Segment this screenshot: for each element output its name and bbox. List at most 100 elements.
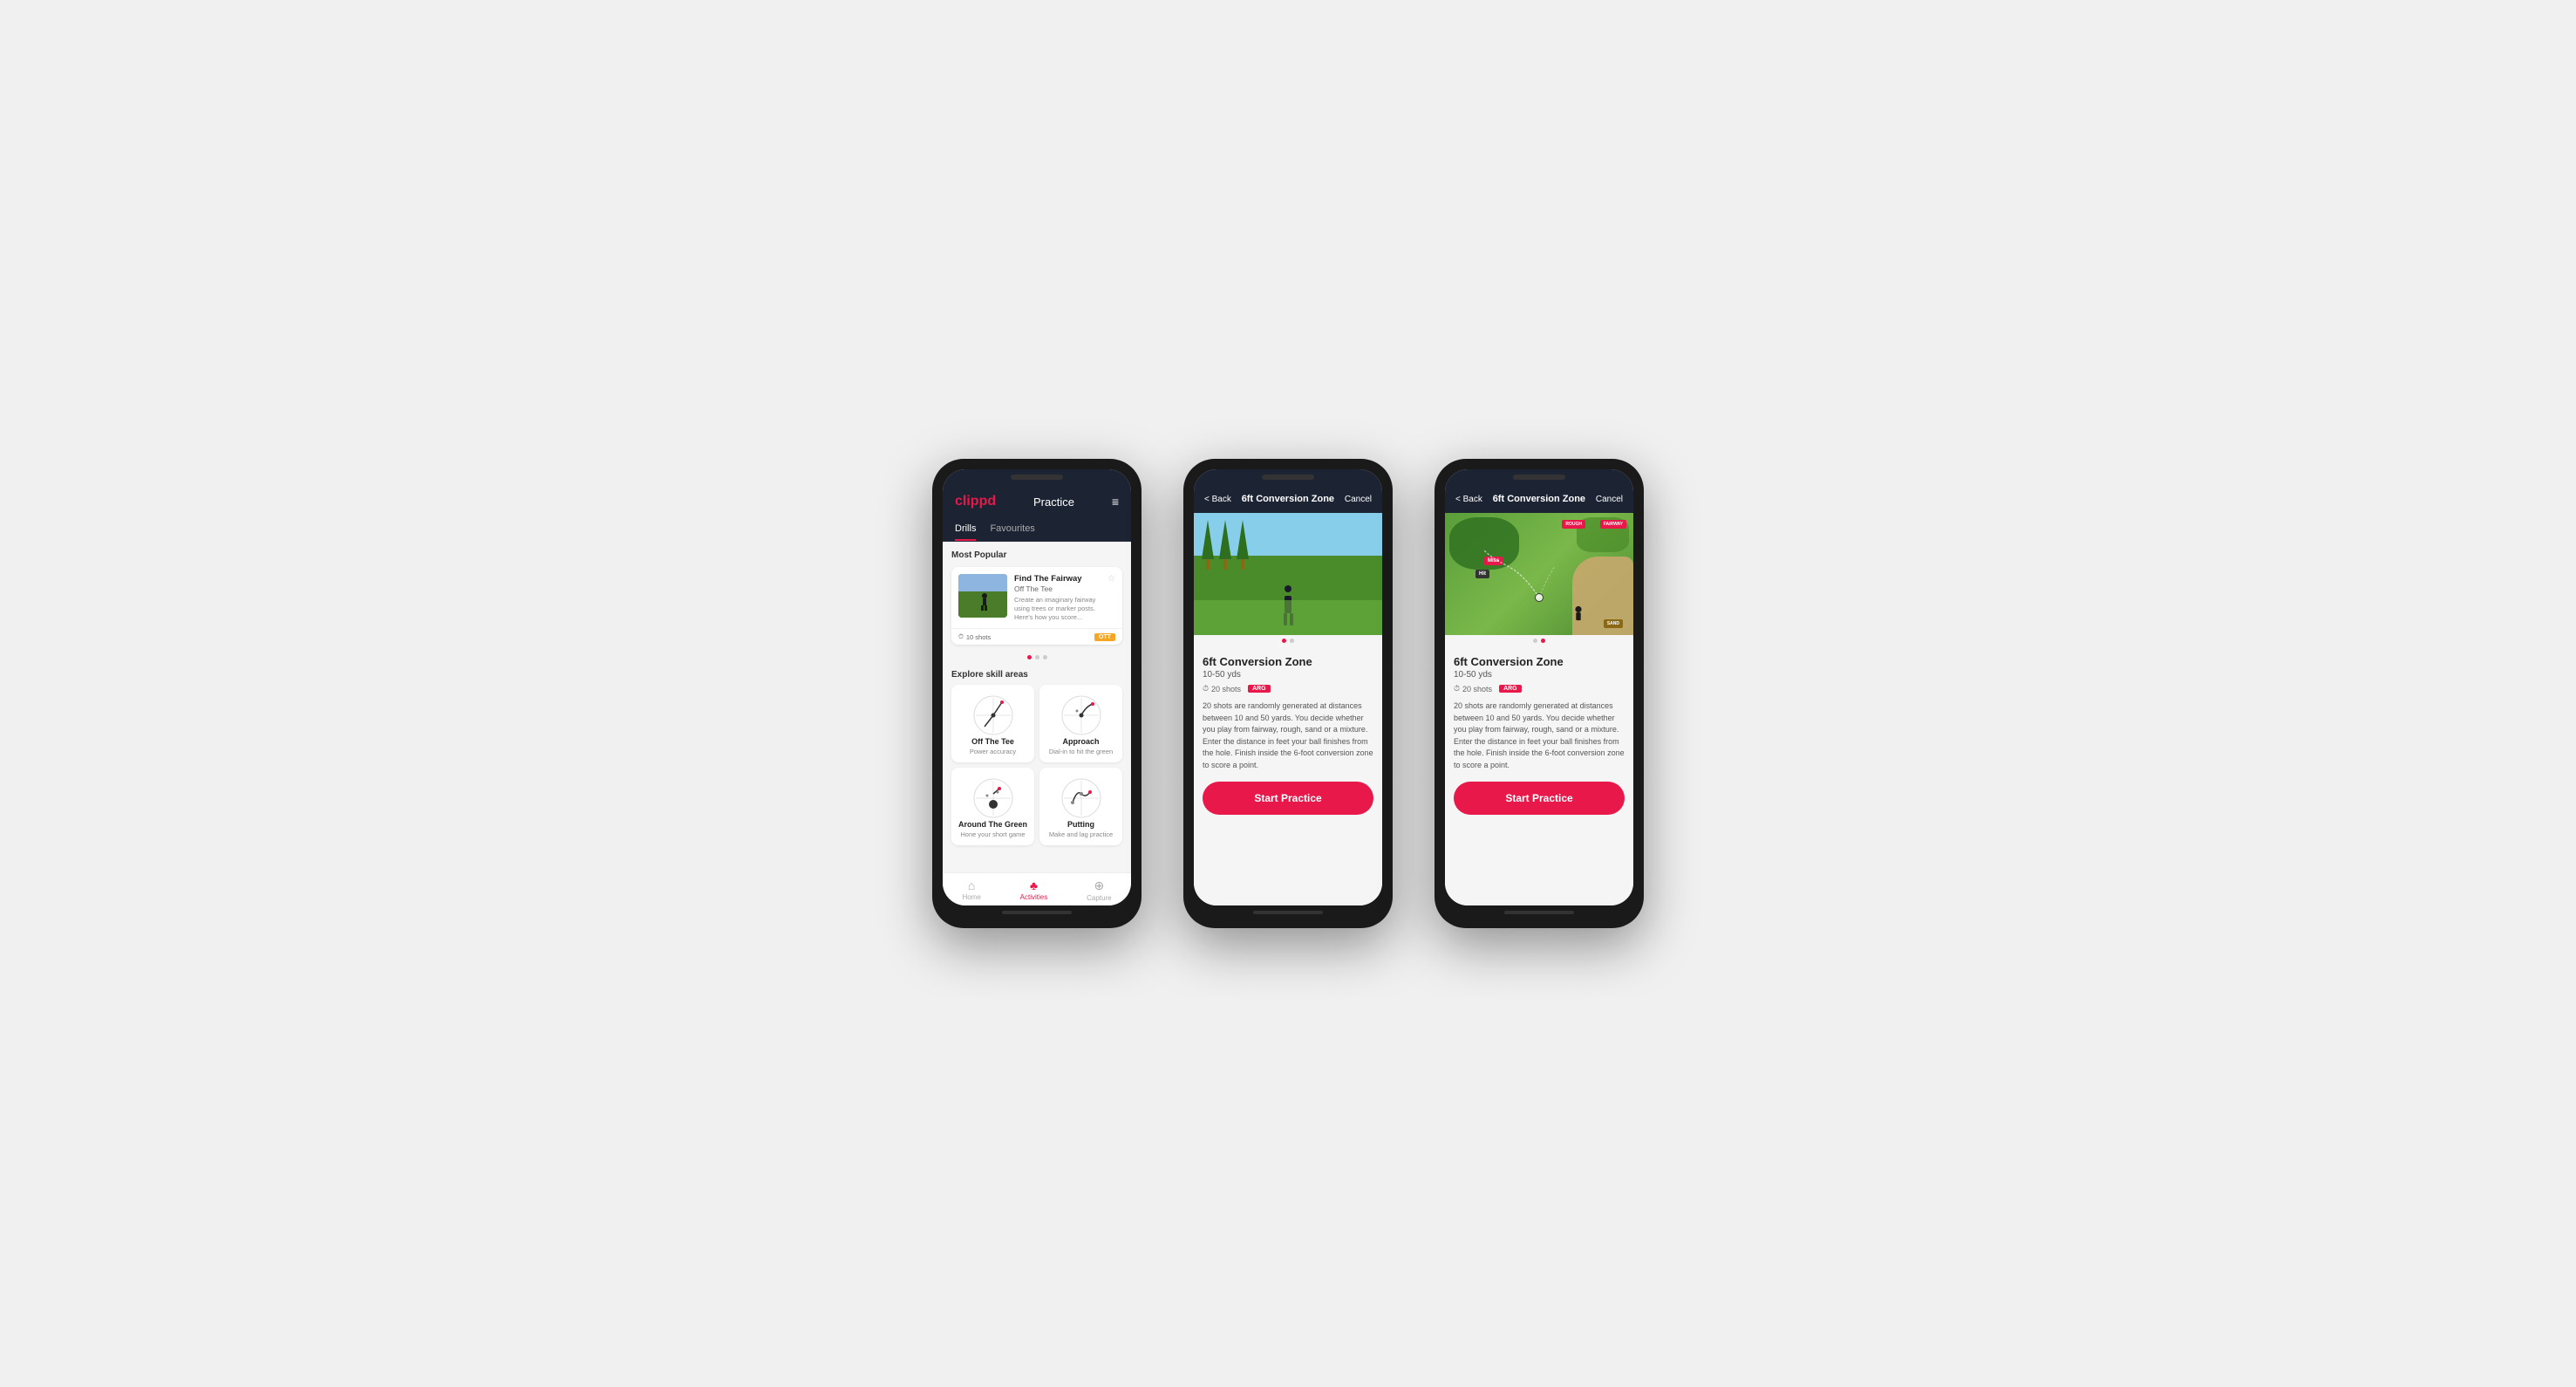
skill-card-putting[interactable]: Putting Make and lag practice bbox=[1039, 768, 1122, 845]
detail-range-3: 10-50 yds bbox=[1454, 670, 1625, 680]
bottom-nav: ⌂ Home ♣ Activities ⊕ Capture bbox=[943, 872, 1131, 905]
tabs-bar: Drills Favourites bbox=[943, 518, 1131, 542]
skill-card-approach[interactable]: Approach Dial-in to hit the green bbox=[1039, 685, 1122, 762]
drill-desc: Create an imaginary fairway using trees … bbox=[1014, 596, 1101, 621]
drill-sub: Off The Tee bbox=[1014, 584, 1101, 593]
phone-3: < Back 6ft Conversion Zone Cancel FAIRWA… bbox=[1435, 459, 1644, 928]
skill-grid: Off The Tee Power accuracy bbox=[951, 685, 1122, 845]
phone-notch-2 bbox=[1262, 475, 1314, 480]
phone-2: < Back 6ft Conversion Zone Cancel bbox=[1183, 459, 1393, 928]
header-title: Practice bbox=[1033, 495, 1074, 509]
atg-icon bbox=[971, 776, 1015, 820]
trajectory-svg bbox=[1445, 513, 1633, 635]
skill-name-atg: Around The Green bbox=[958, 820, 1027, 829]
detail-body-3: 6ft Conversion Zone 10-50 yds ⏱ 20 shots… bbox=[1445, 646, 1633, 823]
drill-card-inner: Find The Fairway Off The Tee Create an i… bbox=[951, 567, 1122, 628]
skill-desc-approach: Dial-in to hit the green bbox=[1049, 748, 1113, 755]
dot-1 bbox=[1027, 655, 1032, 659]
golfer-head bbox=[1285, 585, 1291, 592]
detail-shots-3: ⏱ 20 shots bbox=[1454, 684, 1492, 694]
detail-content-2: 6ft Conversion Zone 10-50 yds ⏱ 20 shots… bbox=[1194, 513, 1382, 905]
dot-2 bbox=[1035, 655, 1039, 659]
drill-thumb-image bbox=[958, 574, 1007, 618]
start-practice-button-2[interactable]: Start Practice bbox=[1203, 782, 1373, 815]
ott-icon bbox=[971, 694, 1015, 737]
drill-badge: OTT bbox=[1094, 633, 1115, 641]
screen-title-2: 6ft Conversion Zone bbox=[1242, 494, 1334, 504]
home-bar-1 bbox=[1002, 911, 1072, 914]
tab-drills[interactable]: Drills bbox=[955, 518, 976, 541]
skill-name-ott: Off The Tee bbox=[971, 737, 1014, 746]
drill-info: Find The Fairway Off The Tee Create an i… bbox=[1014, 574, 1101, 621]
screen-3: < Back 6ft Conversion Zone Cancel FAIRWA… bbox=[1445, 469, 1633, 905]
main-scene: clippd Practice ≡ Drills Favourites Most… bbox=[897, 424, 1679, 963]
detail-meta: ⏱ 20 shots ARG bbox=[1203, 684, 1373, 694]
detail-dots-2 bbox=[1194, 635, 1382, 646]
skill-name-approach: Approach bbox=[1062, 737, 1099, 746]
drill-photo bbox=[1194, 513, 1382, 635]
detail-body-2: 6ft Conversion Zone 10-50 yds ⏱ 20 shots… bbox=[1194, 646, 1382, 823]
approach-icon bbox=[1060, 694, 1103, 737]
home-icon: ⌂ bbox=[968, 878, 975, 892]
nav-home[interactable]: ⌂ Home bbox=[962, 878, 980, 902]
detail-dot-2 bbox=[1290, 639, 1294, 643]
back-button-2[interactable]: < Back bbox=[1204, 495, 1231, 504]
detail-badge-3: ARG bbox=[1499, 685, 1522, 693]
tree-top-2 bbox=[1219, 520, 1231, 559]
detail-range: 10-50 yds bbox=[1203, 670, 1373, 680]
tree-trunk-3 bbox=[1241, 559, 1244, 570]
detail-dot-3-1 bbox=[1533, 639, 1537, 643]
favourite-icon[interactable]: ☆ bbox=[1107, 574, 1115, 621]
screen1-content: Most Popular bbox=[943, 542, 1131, 872]
screen-title-3: 6ft Conversion Zone bbox=[1493, 494, 1585, 504]
skill-card-atg[interactable]: Around The Green Hone your short game bbox=[951, 768, 1034, 845]
menu-icon[interactable]: ≡ bbox=[1112, 495, 1119, 509]
detail-drill-title: 6ft Conversion Zone bbox=[1203, 655, 1373, 668]
cancel-button-2[interactable]: Cancel bbox=[1345, 495, 1372, 504]
tree-top-3 bbox=[1237, 520, 1249, 559]
activities-icon: ♣ bbox=[1030, 878, 1038, 892]
detail-meta-3: ⏱ 20 shots ARG bbox=[1454, 684, 1625, 694]
tree-2 bbox=[1218, 520, 1232, 572]
clock-icon: ⏱ bbox=[958, 632, 964, 641]
phone-notch-3 bbox=[1513, 475, 1565, 480]
start-practice-button-3[interactable]: Start Practice bbox=[1454, 782, 1625, 815]
skill-desc-atg: Hone your short game bbox=[960, 830, 1025, 838]
nav-home-label: Home bbox=[962, 893, 980, 901]
golf-scene bbox=[1194, 513, 1382, 635]
phone-notch bbox=[1011, 475, 1063, 480]
detail-content-3: FAIRWAY ROUGH Miss Hit SAND bbox=[1445, 513, 1633, 905]
detail-dot-3-2 bbox=[1541, 639, 1545, 643]
drill-footer: ⏱ 10 shots OTT bbox=[951, 628, 1122, 645]
nav-activities-label: Activities bbox=[1020, 893, 1048, 901]
cancel-button-3[interactable]: Cancel bbox=[1596, 495, 1623, 504]
skill-desc-putting: Make and lag practice bbox=[1049, 830, 1113, 838]
detail-dots-3 bbox=[1445, 635, 1633, 646]
skill-card-ott[interactable]: Off The Tee Power accuracy bbox=[951, 685, 1034, 762]
trees bbox=[1194, 513, 1250, 583]
detail-description-3: 20 shots are randomly generated at dista… bbox=[1454, 700, 1625, 771]
most-popular-label: Most Popular bbox=[951, 550, 1122, 560]
back-button-3[interactable]: < Back bbox=[1455, 495, 1482, 504]
tab-favourites[interactable]: Favourites bbox=[990, 518, 1034, 541]
tree-top-1 bbox=[1202, 520, 1214, 559]
phone-1: clippd Practice ≡ Drills Favourites Most… bbox=[932, 459, 1141, 928]
home-bar-2 bbox=[1253, 911, 1323, 914]
featured-drill-card[interactable]: Find The Fairway Off The Tee Create an i… bbox=[951, 567, 1122, 645]
detail-description: 20 shots are randomly generated at dista… bbox=[1203, 700, 1373, 771]
drill-thumbnail bbox=[958, 574, 1007, 618]
fairway-ground bbox=[1194, 600, 1382, 635]
detail-badge: ARG bbox=[1248, 685, 1271, 693]
nav-capture-label: Capture bbox=[1087, 894, 1111, 902]
tree-trunk-1 bbox=[1206, 559, 1210, 570]
nav-activities[interactable]: ♣ Activities bbox=[1020, 878, 1048, 902]
tree-trunk-2 bbox=[1223, 559, 1227, 570]
capture-icon: ⊕ bbox=[1094, 878, 1104, 893]
map-scene: FAIRWAY ROUGH Miss Hit SAND bbox=[1445, 513, 1633, 635]
drill-name: Find The Fairway bbox=[1014, 574, 1101, 584]
nav-capture[interactable]: ⊕ Capture bbox=[1087, 878, 1111, 902]
shots-clock-icon-3: ⏱ bbox=[1454, 684, 1460, 694]
drill-shots: ⏱ 10 shots bbox=[958, 632, 991, 641]
home-bar-3 bbox=[1504, 911, 1574, 914]
detail-shots: ⏱ 20 shots bbox=[1203, 684, 1241, 694]
